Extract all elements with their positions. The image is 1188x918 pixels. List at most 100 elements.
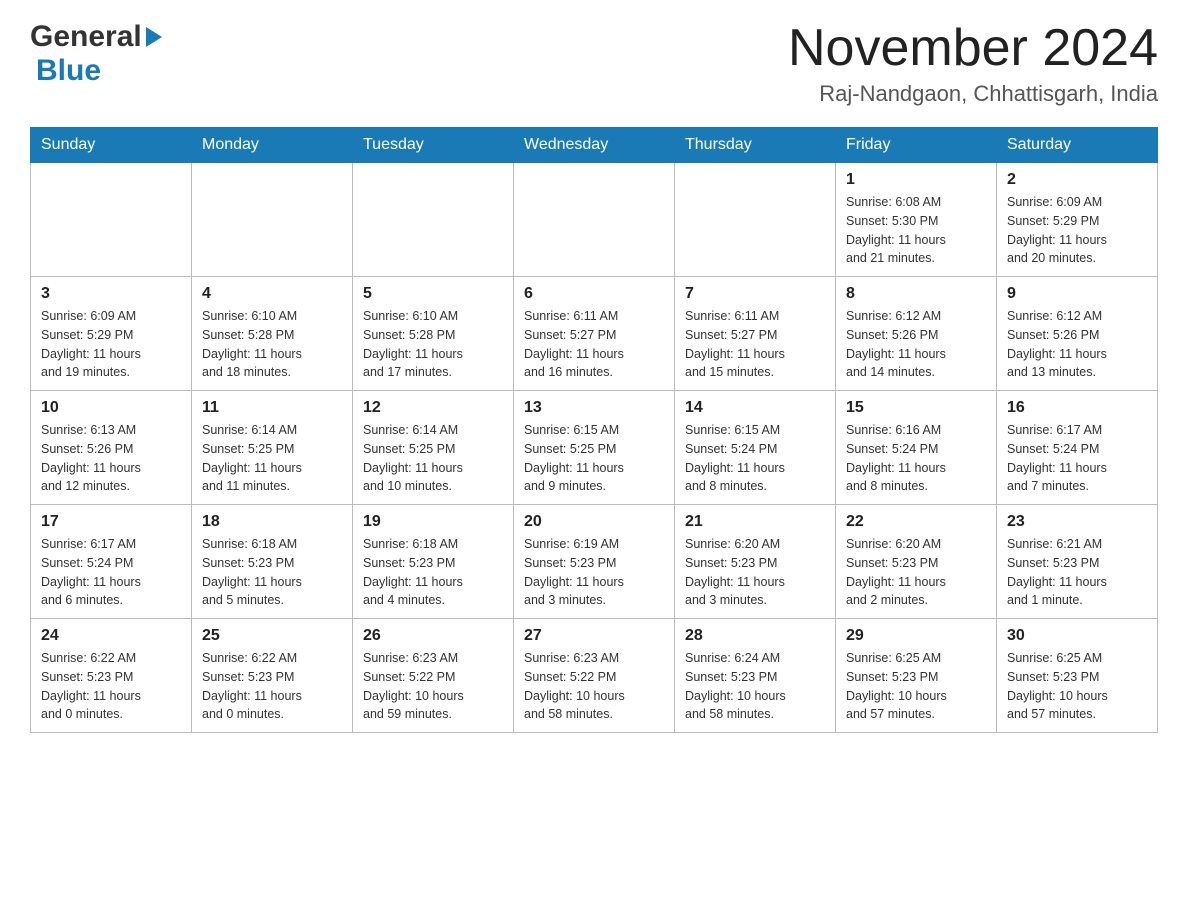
calendar-table: SundayMondayTuesdayWednesdayThursdayFrid… bbox=[30, 127, 1158, 733]
calendar-cell: 6Sunrise: 6:11 AM Sunset: 5:27 PM Daylig… bbox=[514, 277, 675, 391]
calendar-cell bbox=[514, 163, 675, 277]
calendar-header-tuesday: Tuesday bbox=[353, 128, 514, 163]
calendar-cell: 9 Sunrise: 6:12 AM Sunset: 5:26 PM Daylig… bbox=[997, 277, 1158, 391]
calendar-header-row: SundayMondayTuesdayWednesdayThursdayFrid… bbox=[31, 128, 1158, 163]
day-number: 10 bbox=[41, 399, 181, 417]
day-info: Sunrise: 6:15 AM Sunset: 5:24 PM Dayligh… bbox=[685, 421, 825, 496]
calendar-cell: 27 Sunrise: 6:23 AM Sunset: 5:22 PM Dayli… bbox=[514, 619, 675, 733]
day-number: 22 bbox=[846, 513, 986, 531]
calendar-cell: 25 Sunrise: 6:22 AM Sunset: 5:23 PM Dayli… bbox=[192, 619, 353, 733]
calendar-cell: 18 Sunrise: 6:18 AM Sunset: 5:23 PM Dayli… bbox=[192, 505, 353, 619]
day-info: Sunrise: 6:23 AM Sunset: 5:22 PM Dayligh… bbox=[363, 649, 503, 724]
day-info: Sunrise: 6:24 AM Sunset: 5:23 PM Dayligh… bbox=[685, 649, 825, 724]
calendar-cell: 11Sunrise: 6:14 AM Sunset: 5:25 PM Dayli… bbox=[192, 391, 353, 505]
logo: General Blue bbox=[30, 20, 162, 88]
day-number: 12 bbox=[363, 399, 503, 417]
calendar-cell: 8 Sunrise: 6:12 AM Sunset: 5:26 PM Daylig… bbox=[836, 277, 997, 391]
calendar-cell: 28 Sunrise: 6:24 AM Sunset: 5:23 PM Dayli… bbox=[675, 619, 836, 733]
calendar-title: November 2024 bbox=[788, 20, 1158, 77]
calendar-cell: 19 Sunrise: 6:18 AM Sunset: 5:23 PM Dayli… bbox=[353, 505, 514, 619]
calendar-cell: 13Sunrise: 6:15 AM Sunset: 5:25 PM Dayli… bbox=[514, 391, 675, 505]
calendar-cell: 2 Sunrise: 6:09 AM Sunset: 5:29 PM Daylig… bbox=[997, 163, 1158, 277]
day-info: Sunrise: 6:23 AM Sunset: 5:22 PM Dayligh… bbox=[524, 649, 664, 724]
day-info: Sunrise: 6:11 AM Sunset: 5:27 PM Dayligh… bbox=[685, 307, 825, 382]
day-number: 7 bbox=[685, 285, 825, 303]
day-number: 24 bbox=[41, 627, 181, 645]
calendar-week-row: 17 Sunrise: 6:17 AM Sunset: 5:24 PM Dayli… bbox=[31, 505, 1158, 619]
day-number: 2 bbox=[1007, 171, 1147, 189]
calendar-cell: 12 Sunrise: 6:14 AM Sunset: 5:25 PM Dayli… bbox=[353, 391, 514, 505]
day-info: Sunrise: 6:22 AM Sunset: 5:23 PM Dayligh… bbox=[202, 649, 342, 724]
day-info: Sunrise: 6:21 AM Sunset: 5:23 PM Dayligh… bbox=[1007, 535, 1147, 610]
day-number: 19 bbox=[363, 513, 503, 531]
calendar-cell: 14Sunrise: 6:15 AM Sunset: 5:24 PM Dayli… bbox=[675, 391, 836, 505]
calendar-cell: 22 Sunrise: 6:20 AM Sunset: 5:23 PM Dayli… bbox=[836, 505, 997, 619]
calendar-header-monday: Monday bbox=[192, 128, 353, 163]
calendar-cell: 10Sunrise: 6:13 AM Sunset: 5:26 PM Dayli… bbox=[31, 391, 192, 505]
day-info: Sunrise: 6:20 AM Sunset: 5:23 PM Dayligh… bbox=[685, 535, 825, 610]
logo-triangle-icon bbox=[146, 27, 162, 47]
calendar-subtitle: Raj-Nandgaon, Chhattisgarh, India bbox=[788, 81, 1158, 107]
day-info: Sunrise: 6:08 AM Sunset: 5:30 PM Dayligh… bbox=[846, 193, 986, 268]
calendar-week-row: 1 Sunrise: 6:08 AM Sunset: 5:30 PM Daylig… bbox=[31, 163, 1158, 277]
day-info: Sunrise: 6:25 AM Sunset: 5:23 PM Dayligh… bbox=[846, 649, 986, 724]
calendar-cell: 17 Sunrise: 6:17 AM Sunset: 5:24 PM Dayli… bbox=[31, 505, 192, 619]
calendar-cell: 23Sunrise: 6:21 AM Sunset: 5:23 PM Dayli… bbox=[997, 505, 1158, 619]
calendar-cell: 15 Sunrise: 6:16 AM Sunset: 5:24 PM Dayli… bbox=[836, 391, 997, 505]
day-number: 3 bbox=[41, 285, 181, 303]
calendar-cell: 21 Sunrise: 6:20 AM Sunset: 5:23 PM Dayli… bbox=[675, 505, 836, 619]
day-number: 16 bbox=[1007, 399, 1147, 417]
calendar-cell: 1 Sunrise: 6:08 AM Sunset: 5:30 PM Daylig… bbox=[836, 163, 997, 277]
day-number: 18 bbox=[202, 513, 342, 531]
calendar-header-thursday: Thursday bbox=[675, 128, 836, 163]
day-info: Sunrise: 6:09 AM Sunset: 5:29 PM Dayligh… bbox=[1007, 193, 1147, 268]
day-info: Sunrise: 6:18 AM Sunset: 5:23 PM Dayligh… bbox=[202, 535, 342, 610]
day-info: Sunrise: 6:11 AM Sunset: 5:27 PM Dayligh… bbox=[524, 307, 664, 382]
day-number: 13 bbox=[524, 399, 664, 417]
calendar-cell: 24 Sunrise: 6:22 AM Sunset: 5:23 PM Dayli… bbox=[31, 619, 192, 733]
day-info: Sunrise: 6:14 AM Sunset: 5:25 PM Dayligh… bbox=[363, 421, 503, 496]
day-info: Sunrise: 6:12 AM Sunset: 5:26 PM Dayligh… bbox=[1007, 307, 1147, 382]
calendar-cell bbox=[675, 163, 836, 277]
day-number: 30 bbox=[1007, 627, 1147, 645]
title-section: November 2024 Raj-Nandgaon, Chhattisgarh… bbox=[788, 20, 1158, 107]
day-number: 9 bbox=[1007, 285, 1147, 303]
day-info: Sunrise: 6:09 AM Sunset: 5:29 PM Dayligh… bbox=[41, 307, 181, 382]
calendar-week-row: 24 Sunrise: 6:22 AM Sunset: 5:23 PM Dayli… bbox=[31, 619, 1158, 733]
day-number: 1 bbox=[846, 171, 986, 189]
page-header: General Blue November 2024 Raj-Nandgaon,… bbox=[30, 20, 1158, 107]
day-number: 8 bbox=[846, 285, 986, 303]
calendar-cell bbox=[192, 163, 353, 277]
day-info: Sunrise: 6:19 AM Sunset: 5:23 PM Dayligh… bbox=[524, 535, 664, 610]
calendar-cell: 3 Sunrise: 6:09 AM Sunset: 5:29 PM Daylig… bbox=[31, 277, 192, 391]
logo-blue-text: Blue bbox=[36, 54, 101, 87]
day-info: Sunrise: 6:14 AM Sunset: 5:25 PM Dayligh… bbox=[202, 421, 342, 496]
calendar-week-row: 3 Sunrise: 6:09 AM Sunset: 5:29 PM Daylig… bbox=[31, 277, 1158, 391]
day-info: Sunrise: 6:17 AM Sunset: 5:24 PM Dayligh… bbox=[1007, 421, 1147, 496]
day-info: Sunrise: 6:18 AM Sunset: 5:23 PM Dayligh… bbox=[363, 535, 503, 610]
calendar-cell: 4Sunrise: 6:10 AM Sunset: 5:28 PM Daylig… bbox=[192, 277, 353, 391]
logo-general-text: General bbox=[30, 20, 142, 54]
day-number: 5 bbox=[363, 285, 503, 303]
day-number: 29 bbox=[846, 627, 986, 645]
day-number: 21 bbox=[685, 513, 825, 531]
day-info: Sunrise: 6:17 AM Sunset: 5:24 PM Dayligh… bbox=[41, 535, 181, 610]
day-number: 26 bbox=[363, 627, 503, 645]
day-number: 4 bbox=[202, 285, 342, 303]
calendar-cell: 5Sunrise: 6:10 AM Sunset: 5:28 PM Daylig… bbox=[353, 277, 514, 391]
day-number: 15 bbox=[846, 399, 986, 417]
calendar-cell: 29 Sunrise: 6:25 AM Sunset: 5:23 PM Dayli… bbox=[836, 619, 997, 733]
day-number: 28 bbox=[685, 627, 825, 645]
day-info: Sunrise: 6:12 AM Sunset: 5:26 PM Dayligh… bbox=[846, 307, 986, 382]
day-info: Sunrise: 6:16 AM Sunset: 5:24 PM Dayligh… bbox=[846, 421, 986, 496]
calendar-header-friday: Friday bbox=[836, 128, 997, 163]
calendar-cell: 7 Sunrise: 6:11 AM Sunset: 5:27 PM Daylig… bbox=[675, 277, 836, 391]
day-info: Sunrise: 6:20 AM Sunset: 5:23 PM Dayligh… bbox=[846, 535, 986, 610]
calendar-header-wednesday: Wednesday bbox=[514, 128, 675, 163]
day-info: Sunrise: 6:22 AM Sunset: 5:23 PM Dayligh… bbox=[41, 649, 181, 724]
day-number: 27 bbox=[524, 627, 664, 645]
day-number: 17 bbox=[41, 513, 181, 531]
calendar-header-saturday: Saturday bbox=[997, 128, 1158, 163]
calendar-cell: 30Sunrise: 6:25 AM Sunset: 5:23 PM Dayli… bbox=[997, 619, 1158, 733]
day-number: 25 bbox=[202, 627, 342, 645]
